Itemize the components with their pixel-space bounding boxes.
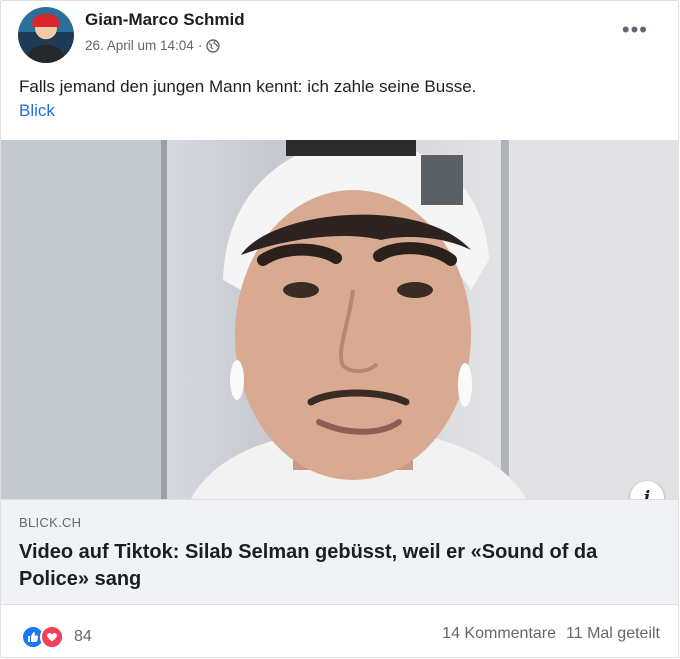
post-date[interactable]: 26. April um 14:04 <box>85 38 194 53</box>
reaction-count: 84 <box>74 628 92 645</box>
thumbnail-illustration <box>1 140 678 499</box>
post-meta: 26. April um 14:04 · <box>85 38 221 53</box>
facebook-post: Gian-Marco Schmid 26. April um 14:04 · •… <box>0 0 679 658</box>
video-thumbnail[interactable] <box>1 140 678 499</box>
post-footer: 84 14 Kommentare 11 Mal geteilt <box>1 605 678 657</box>
link-domain: BLICK.CH <box>19 515 82 530</box>
post-header: Gian-Marco Schmid 26. April um 14:04 · •… <box>1 1 678 65</box>
more-options-icon[interactable]: ••• <box>622 19 648 41</box>
post-text: Falls jemand den jungen Mann kennt: ich … <box>19 77 477 96</box>
link-headline[interactable]: Video auf Tiktok: Silab Selman gebüsst, … <box>19 539 639 593</box>
reactions-summary[interactable]: 84 <box>21 625 92 649</box>
author-avatar[interactable] <box>18 7 74 63</box>
comments-count[interactable]: 14 Kommentare <box>442 625 556 643</box>
author-name[interactable]: Gian-Marco Schmid <box>85 10 245 30</box>
engagement-counts: 14 Kommentare 11 Mal geteilt <box>442 625 660 643</box>
avatar-shirt <box>26 45 66 63</box>
post-source-link[interactable]: Blick <box>19 101 55 121</box>
meta-separator: · <box>197 38 203 53</box>
avatar-cap <box>32 14 60 27</box>
shares-count[interactable]: 11 Mal geteilt <box>566 625 660 643</box>
love-reaction-icon <box>40 625 64 649</box>
link-preview[interactable]: BLICK.CH Video auf Tiktok: Silab Selman … <box>1 499 678 605</box>
globe-icon <box>206 38 221 53</box>
